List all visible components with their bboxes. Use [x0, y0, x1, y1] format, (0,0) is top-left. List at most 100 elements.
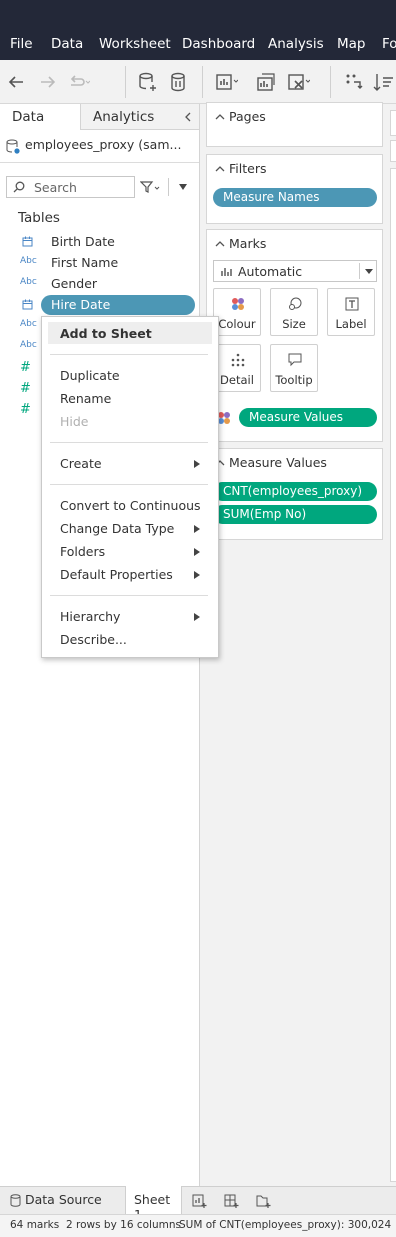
bar-chart-icon	[221, 268, 232, 276]
filter-pill-measure-names[interactable]: Measure Names	[213, 188, 377, 207]
field-birth-date[interactable]: Birth Date	[0, 232, 199, 253]
string-icon: Abc	[20, 277, 37, 287]
status-dimensions: 2 rows by 16 columns	[66, 1219, 181, 1231]
menu-folders[interactable]: Folders	[60, 544, 105, 559]
number-icon: #	[20, 360, 31, 375]
tab-data[interactable]: Data	[12, 104, 44, 130]
pages-title: Pages	[229, 109, 266, 124]
sort-ascending-icon[interactable]	[372, 70, 396, 94]
mark-type-dropdown[interactable]: Automatic	[213, 260, 377, 282]
menu-dashboard[interactable]: Dashboard	[182, 36, 255, 52]
filters-card[interactable]: Filters Measure Names	[206, 154, 383, 224]
view-options-icon[interactable]	[178, 183, 188, 191]
measure-values-title: Measure Values	[229, 455, 327, 470]
chevron-up-icon[interactable]	[215, 165, 225, 173]
chevron-right-icon	[194, 548, 200, 556]
new-data-source-icon[interactable]	[136, 70, 160, 94]
menu-convert-to-continuous[interactable]: Convert to Continuous	[60, 498, 201, 513]
chevron-up-icon[interactable]	[215, 240, 225, 248]
menu-change-data-type[interactable]: Change Data Type	[60, 521, 174, 536]
tab-data-source[interactable]: Data Source	[25, 1192, 102, 1207]
marks-card: Marks Automatic Colour Size Label Detail…	[206, 229, 383, 442]
chevron-right-icon	[194, 613, 200, 621]
colour-icon	[218, 412, 230, 424]
chevron-up-icon[interactable]	[215, 113, 225, 121]
search-placeholder: Search	[34, 180, 77, 195]
number-icon: #	[20, 381, 31, 396]
colour-icon	[232, 298, 244, 310]
menu-map[interactable]: Map	[337, 36, 366, 52]
menu-create[interactable]: Create	[60, 456, 102, 471]
redo-icon[interactable]	[66, 70, 90, 94]
chevron-right-icon	[194, 460, 200, 468]
forward-icon[interactable]	[36, 70, 60, 94]
size-button[interactable]: Size	[270, 288, 318, 336]
sheet-tabs-bar: Data Source Sheet 1	[0, 1186, 396, 1222]
colour-button[interactable]: Colour	[213, 288, 261, 336]
back-icon[interactable]	[4, 70, 28, 94]
pause-updates-icon[interactable]	[166, 70, 190, 94]
menu-describe[interactable]: Describe...	[60, 632, 127, 647]
date-icon	[22, 299, 33, 310]
chevron-down-icon	[365, 269, 373, 274]
shelves-column: Pages Filters Measure Names Marks Automa…	[200, 102, 390, 1186]
marks-pill-measure-values[interactable]: Measure Values	[239, 408, 377, 427]
duplicate-sheet-icon[interactable]	[252, 70, 276, 94]
menu-data[interactable]: Data	[51, 36, 83, 52]
menu-add-to-sheet[interactable]: Add to Sheet	[60, 326, 152, 341]
tab-analytics[interactable]: Analytics	[93, 104, 154, 130]
new-worksheet-icon[interactable]	[214, 70, 238, 94]
detail-icon	[231, 353, 245, 367]
measure-pill-cnt[interactable]: CNT(employees_proxy)	[213, 482, 377, 501]
label-button[interactable]: Label	[327, 288, 375, 336]
search-input[interactable]: Search	[6, 176, 135, 198]
tooltip-icon	[288, 353, 302, 367]
menu-file[interactable]: File	[10, 36, 33, 52]
menu-rename[interactable]: Rename	[60, 391, 111, 406]
chevron-right-icon	[194, 525, 200, 533]
label-icon	[345, 297, 359, 311]
marks-title: Marks	[229, 236, 267, 251]
measure-pill-sum[interactable]: SUM(Emp No)	[213, 505, 377, 524]
new-story-icon[interactable]	[256, 1193, 272, 1209]
pages-card[interactable]: Pages	[206, 102, 383, 147]
chevron-right-icon	[194, 571, 200, 579]
tooltip-button[interactable]: Tooltip	[270, 344, 318, 392]
swap-rows-columns-icon[interactable]	[342, 70, 366, 94]
detail-button[interactable]: Detail	[213, 344, 261, 392]
tables-heading: Tables	[18, 210, 60, 226]
title-bar	[0, 0, 396, 30]
menu-hide: Hide	[60, 414, 89, 429]
toolbar	[0, 60, 396, 104]
new-dashboard-icon[interactable]	[224, 1193, 240, 1209]
new-worksheet-icon[interactable]	[192, 1193, 208, 1209]
status-marks: 64 marks	[10, 1219, 60, 1231]
search-icon	[13, 181, 25, 193]
menu-analysis[interactable]: Analysis	[268, 36, 324, 52]
datasource-icon	[6, 139, 20, 154]
collapse-pane-icon[interactable]	[182, 111, 194, 123]
canvas-edge	[390, 104, 396, 1186]
date-icon	[22, 236, 33, 247]
datasource-name[interactable]: employees_proxy (sam...	[25, 137, 181, 152]
menu-format[interactable]: Fo	[382, 36, 396, 52]
status-bar: 64 marks 2 rows by 16 columns SUM of CNT…	[0, 1214, 396, 1237]
field-hire-date[interactable]: Hire Date	[0, 295, 199, 316]
measure-values-card: Measure Values CNT(employees_proxy) SUM(…	[206, 448, 383, 540]
number-icon: #	[20, 402, 31, 417]
tab-sheet-1[interactable]: Sheet 1	[125, 1186, 182, 1222]
menu-worksheet[interactable]: Worksheet	[99, 36, 171, 52]
menu-duplicate[interactable]: Duplicate	[60, 368, 120, 383]
context-menu: Add to Sheet Duplicate Rename Hide Creat…	[41, 316, 219, 658]
filter-fields-icon[interactable]	[140, 180, 162, 194]
menu-bar: File Data Worksheet Dashboard Analysis M…	[0, 30, 396, 60]
field-gender[interactable]: Abc Gender	[0, 274, 199, 295]
menu-default-properties[interactable]: Default Properties	[60, 567, 173, 582]
size-icon	[289, 297, 302, 310]
string-icon: Abc	[20, 319, 37, 329]
menu-hierarchy[interactable]: Hierarchy	[60, 609, 120, 624]
clear-sheet-icon[interactable]	[286, 70, 310, 94]
filters-title: Filters	[229, 161, 267, 176]
database-icon	[10, 1194, 21, 1207]
field-first-name[interactable]: Abc First Name	[0, 253, 199, 274]
